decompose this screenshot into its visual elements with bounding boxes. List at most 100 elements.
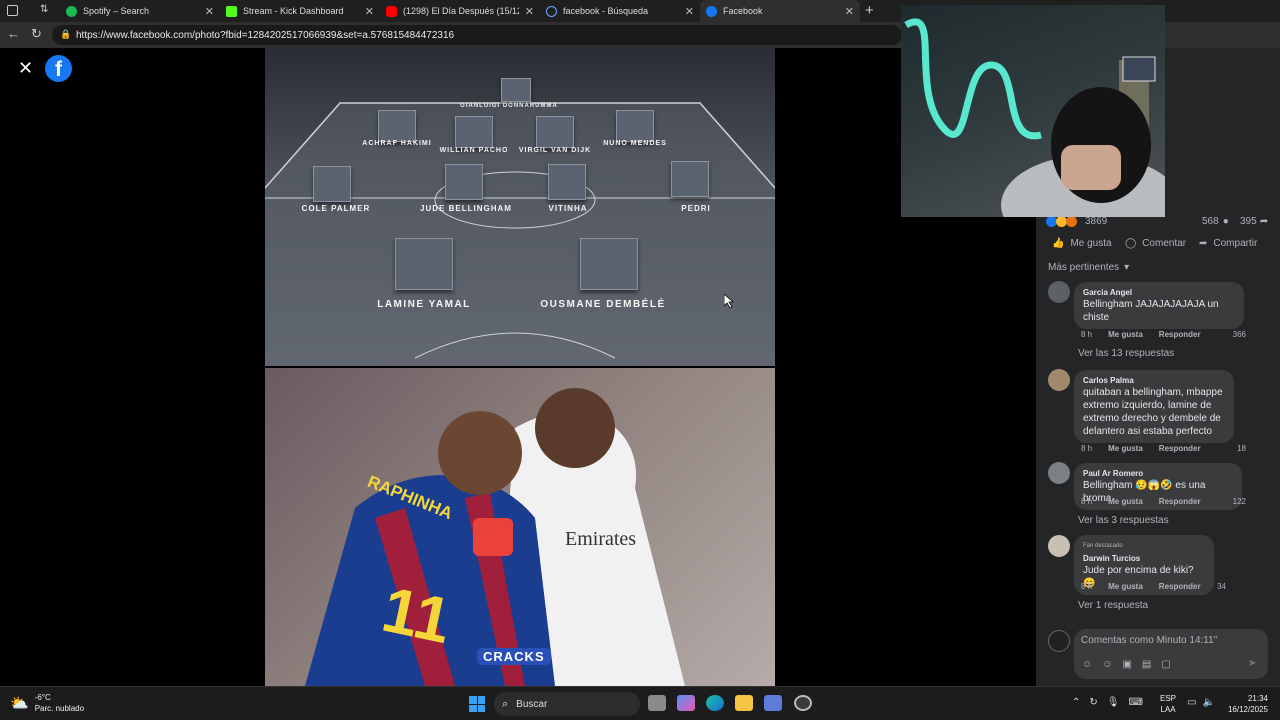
comment-actions: 8 h Me gusta Responder 34 [1081, 582, 1226, 591]
comment-author[interactable]: Darwin Turcios [1083, 553, 1205, 564]
language-indicator[interactable]: ESP LAA [1160, 693, 1176, 715]
player-name: NUNO MENDES [603, 140, 667, 147]
view-replies-link[interactable]: Ver las 13 respuestas [1078, 348, 1174, 359]
filter-label: Más pertinentes [1048, 262, 1120, 273]
microphone-icon[interactable]: 🎙 [1107, 697, 1120, 708]
tab-youtube[interactable]: (1298) El Día Después (15/12/20... ✕ [380, 0, 540, 22]
like-label: Me gusta [1070, 238, 1112, 249]
search-label: Buscar [516, 698, 548, 710]
close-icon[interactable]: ✕ [525, 5, 534, 18]
tab-label: Facebook [723, 6, 763, 16]
tab-label: (1298) El Día Después (15/12/20... [403, 6, 519, 16]
comment-button[interactable]: ◯ Comentar [1125, 238, 1186, 249]
comment-reaction-count[interactable]: 366 [1233, 330, 1246, 339]
weather-temp: -6°C [34, 693, 51, 702]
comment-count-value: 568 [1202, 216, 1219, 227]
comment-actions: 8 h Me gusta Responder 366 [1081, 330, 1246, 339]
avatar[interactable] [1048, 535, 1070, 557]
site-info-icon[interactable]: 🔒 [60, 29, 71, 40]
sync-icon[interactable]: ↻ [1089, 697, 1097, 708]
tab-kick[interactable]: Stream - Kick Dashboard ✕ [220, 0, 380, 22]
comment-author[interactable]: Carlos Palma [1083, 375, 1225, 386]
comment-reply-link[interactable]: Responder [1159, 582, 1201, 591]
tab-facebook-search[interactable]: facebook - Búsqueda ✕ [540, 0, 700, 22]
comment-author[interactable]: Garcia Angel [1083, 287, 1235, 298]
new-tab-button[interactable]: + [865, 2, 874, 19]
comment-text: quitaban a bellingham, mbappe extremo iz… [1083, 387, 1223, 437]
close-icon[interactable]: ✕ [205, 5, 214, 18]
comment-time[interactable]: 8 h [1081, 444, 1092, 453]
tab-label: Spotify – Search [83, 6, 150, 16]
clock[interactable]: 21:34 16/12/2025 [1222, 693, 1268, 715]
tab-actions-icon[interactable] [7, 5, 18, 16]
close-viewer-button[interactable]: ✕ [18, 58, 33, 79]
keyboard-icon[interactable]: ⌨ [1128, 697, 1142, 708]
vertical-tabs-icon[interactable]: ⇅ [40, 4, 48, 15]
comment-like-link[interactable]: Me gusta [1108, 497, 1143, 506]
comment-reply-link[interactable]: Responder [1159, 497, 1201, 506]
facebook-logo-icon[interactable]: f [45, 55, 72, 82]
comment-time[interactable]: 8 h [1081, 497, 1092, 506]
watermark: CRACKS [477, 648, 551, 665]
close-icon[interactable]: ✕ [845, 5, 854, 18]
current-user-avatar[interactable] [1048, 630, 1070, 652]
comment-reaction-count[interactable]: 18 [1237, 444, 1246, 453]
comment-input[interactable]: Comentas como Minuto 14:11" [1081, 635, 1217, 646]
task-view-icon[interactable] [648, 695, 666, 711]
edge-icon[interactable] [706, 695, 724, 711]
like-button[interactable]: 👍 Me gusta [1052, 238, 1112, 249]
file-explorer-icon[interactable] [735, 695, 753, 711]
start-button[interactable] [469, 696, 485, 712]
avatar[interactable] [1048, 462, 1070, 484]
comment-actions: 8 h Me gusta Responder 122 [1081, 497, 1246, 506]
gif-icon[interactable]: ▤ [1142, 659, 1151, 670]
webcam-scene [904, 18, 1165, 217]
avatar-sticker-icon[interactable]: ☺ [1082, 659, 1092, 670]
tab-facebook[interactable]: Facebook ✕ [700, 0, 860, 22]
comment-like-link[interactable]: Me gusta [1108, 582, 1143, 591]
post-photo[interactable]: GIANLUIGI DONNARUMMA ACHRAF HAKIMI WILLI… [265, 48, 775, 686]
share-label: Compartir [1213, 238, 1258, 249]
player-card [313, 166, 351, 202]
avatar[interactable] [1048, 281, 1070, 303]
network-sound-group[interactable]: ▭ 🔈 [1187, 697, 1215, 708]
jersey-sponsor: Emirates [565, 528, 637, 550]
comment-reply-link[interactable]: Responder [1159, 444, 1201, 453]
speech-bubble-icon: ◯ [1125, 238, 1137, 249]
close-icon[interactable]: ✕ [365, 5, 374, 18]
comment-like-link[interactable]: Me gusta [1108, 330, 1143, 339]
emoji-icon[interactable]: ☺ [1102, 659, 1112, 670]
share-count[interactable]: 395 ➦ [1240, 216, 1268, 227]
comment-author[interactable]: Paul Ar Romero [1083, 468, 1233, 479]
player-name: VITINHA [548, 204, 588, 213]
view-replies-link[interactable]: Ver 1 respuesta [1078, 600, 1148, 611]
comment-filter-dropdown[interactable]: Más pertinentes ▾ [1048, 262, 1129, 273]
back-icon[interactable]: ← [7, 26, 20, 41]
copilot-icon[interactable] [677, 695, 695, 711]
comment-composer[interactable]: Comentas como Minuto 14:11" ☺ ☺ ▣ ▤ ▢ ➤ [1074, 629, 1268, 679]
comment-reaction-count[interactable]: 34 [1217, 582, 1226, 591]
obs-icon[interactable] [794, 695, 812, 711]
camera-icon[interactable]: ▣ [1122, 659, 1131, 670]
tab-spotify[interactable]: Spotify – Search ✕ [60, 0, 220, 22]
weather-widget[interactable]: ⛅ -6°C Parc. nublado [10, 692, 84, 714]
comment-count[interactable]: 568 ● [1202, 216, 1229, 227]
refresh-icon[interactable]: ↻ [31, 26, 42, 42]
send-icon[interactable]: ➤ [1248, 658, 1256, 669]
reactions-summary[interactable]: 3869 [1046, 216, 1107, 227]
avatar[interactable] [1048, 369, 1070, 391]
url-field[interactable]: 🔒 https://www.facebook.com/photo?fbid=12… [52, 25, 902, 45]
comment-reaction-count[interactable]: 122 [1233, 497, 1246, 506]
comment-reply-link[interactable]: Responder [1159, 330, 1201, 339]
taskbar-search[interactable]: ⌕ Buscar [494, 692, 640, 716]
comment-bubble: Garcia Angel Bellingham JAJAJAJAJAJA un … [1074, 282, 1244, 329]
close-icon[interactable]: ✕ [685, 5, 694, 18]
view-replies-link[interactable]: Ver las 3 respuestas [1078, 515, 1169, 526]
store-icon[interactable] [764, 695, 782, 711]
share-button[interactable]: ➦ Compartir [1199, 238, 1257, 249]
comment-time[interactable]: 8 h [1081, 330, 1092, 339]
comment-time[interactable]: 8 h [1081, 582, 1092, 591]
chevron-up-icon[interactable]: ⌃ [1072, 697, 1080, 708]
comment-like-link[interactable]: Me gusta [1108, 444, 1143, 453]
sticker-icon[interactable]: ▢ [1161, 659, 1170, 670]
